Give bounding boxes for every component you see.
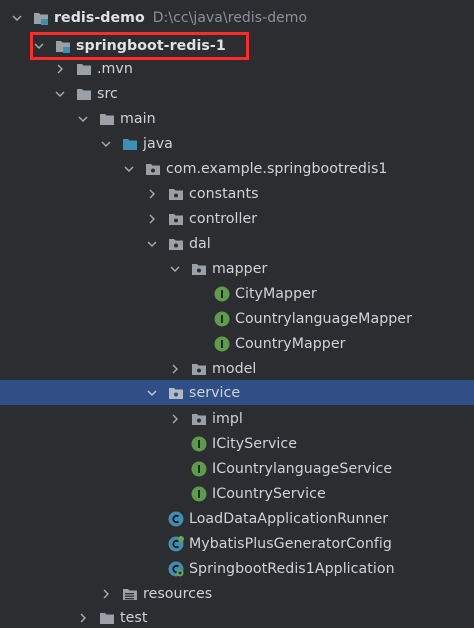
tree-row-src[interactable]: src (0, 81, 474, 106)
icity-service-label: ICityService (212, 435, 298, 452)
interface-icon (214, 286, 230, 302)
interface-icon (214, 336, 230, 352)
tree-row-resources[interactable]: resources (0, 581, 474, 606)
project-tree: redis-demo D:\cc\java\redis-demo springb… (0, 0, 474, 628)
chevron-down-icon[interactable] (53, 87, 67, 101)
package-icon (191, 361, 207, 377)
tree-row-service[interactable]: service (0, 380, 474, 405)
tree-row-controller[interactable]: controller (0, 206, 474, 231)
package-icon (168, 186, 184, 202)
folder-icon (99, 610, 115, 626)
application-label: SpringbootRedis1Application (189, 560, 395, 577)
chevron-right-icon[interactable] (168, 412, 182, 426)
tree-row-java[interactable]: java (0, 131, 474, 156)
chevron-down-icon[interactable] (122, 162, 136, 176)
country-mapper-label: CountryMapper (235, 335, 346, 352)
tree-row-main[interactable]: main (0, 106, 474, 131)
project-folder-icon (33, 10, 49, 26)
folder-icon (76, 61, 92, 77)
main-label: main (120, 110, 156, 127)
tree-row-generator-config[interactable]: MybatisPlusGeneratorConfig (0, 531, 474, 556)
package-icon (191, 261, 207, 277)
class-icon (168, 511, 184, 527)
load-runner-label: LoadDataApplicationRunner (189, 510, 389, 527)
tree-row-module[interactable]: springboot-redis-1 (0, 33, 474, 58)
module-folder-icon (55, 38, 71, 54)
mvn-label: .mvn (97, 60, 133, 77)
tree-row-dal[interactable]: dal (0, 231, 474, 256)
impl-label: impl (212, 410, 243, 427)
chevron-right-icon[interactable] (99, 587, 113, 601)
package-icon (168, 211, 184, 227)
controller-label: controller (189, 210, 258, 227)
chevron-down-icon[interactable] (145, 386, 159, 400)
tree-row-load-runner[interactable]: LoadDataApplicationRunner (0, 506, 474, 531)
tree-row-icity-service[interactable]: ICityService (0, 431, 474, 456)
interface-icon (214, 311, 230, 327)
package-icon (168, 236, 184, 252)
src-label: src (97, 85, 118, 102)
chevron-right-icon[interactable] (145, 187, 159, 201)
interface-icon (191, 436, 207, 452)
chevron-right-icon[interactable] (145, 212, 159, 226)
tree-row-model[interactable]: model (0, 356, 474, 381)
city-mapper-label: CityMapper (235, 285, 317, 302)
chevron-right-icon[interactable] (76, 611, 90, 625)
chevron-down-icon[interactable] (99, 137, 113, 151)
generator-config-label: MybatisPlusGeneratorConfig (189, 535, 392, 552)
source-folder-icon (122, 136, 138, 152)
chevron-down-icon[interactable] (32, 39, 46, 53)
root-label: redis-demo (54, 9, 145, 26)
chevron-right-icon[interactable] (168, 362, 182, 376)
service-label: service (189, 384, 241, 401)
root-path: D:\cc\java\redis-demo (152, 9, 308, 26)
dal-label: dal (189, 235, 211, 252)
tree-row-application[interactable]: SpringbootRedis1Application (0, 556, 474, 581)
tree-row-icountrylanguage-service[interactable]: ICountrylanguageService (0, 456, 474, 481)
tree-row-city-mapper[interactable]: CityMapper (0, 281, 474, 306)
tree-row-root[interactable]: redis-demo D:\cc\java\redis-demo (0, 5, 474, 30)
tree-row-mapper[interactable]: mapper (0, 256, 474, 281)
tree-row-countrylanguage-mapper[interactable]: CountrylanguageMapper (0, 306, 474, 331)
test-label: test (120, 609, 148, 626)
folder-icon (76, 86, 92, 102)
package-icon (145, 161, 161, 177)
config-class-icon (168, 535, 184, 552)
package-icon (168, 385, 184, 401)
tree-row-mvn[interactable]: .mvn (0, 56, 474, 81)
tree-row-constants[interactable]: constants (0, 181, 474, 206)
chevron-down-icon[interactable] (145, 237, 159, 251)
interface-icon (191, 461, 207, 477)
icountrylanguage-service-label: ICountrylanguageService (212, 460, 393, 477)
tree-row-impl[interactable]: impl (0, 406, 474, 431)
module-label: springboot-redis-1 (76, 37, 226, 54)
package-icon (191, 411, 207, 427)
resources-label: resources (143, 585, 213, 602)
icountry-service-label: ICountryService (212, 485, 326, 502)
chevron-down-icon[interactable] (168, 262, 182, 276)
tree-row-test[interactable]: test (0, 605, 474, 628)
tree-row-country-mapper[interactable]: CountryMapper (0, 331, 474, 356)
mapper-label: mapper (212, 260, 268, 277)
interface-icon (191, 486, 207, 502)
tree-row-icountry-service[interactable]: ICountryService (0, 481, 474, 506)
constants-label: constants (189, 185, 259, 202)
folder-icon (99, 111, 115, 127)
spring-boot-class-icon (168, 561, 184, 577)
tree-row-package[interactable]: com.example.springbootredis1 (0, 156, 474, 181)
resources-folder-icon (122, 586, 138, 602)
java-label: java (143, 135, 173, 152)
chevron-right-icon[interactable] (53, 62, 67, 76)
chevron-down-icon[interactable] (76, 112, 90, 126)
model-label: model (212, 360, 257, 377)
chevron-down-icon[interactable] (10, 11, 24, 25)
package-label: com.example.springbootredis1 (166, 160, 388, 177)
countrylanguage-mapper-label: CountrylanguageMapper (235, 310, 412, 327)
